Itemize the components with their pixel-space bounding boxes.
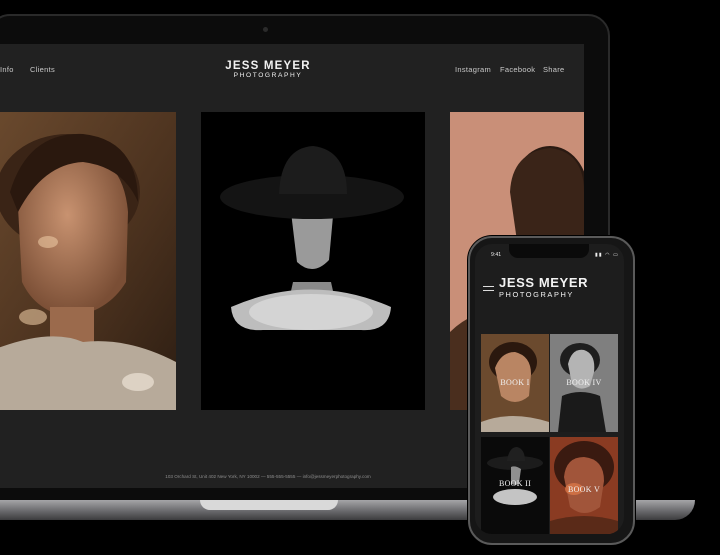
- site-footer: 103 Orchard St, Unit 402 New York, NY 10…: [165, 474, 371, 479]
- portrait-man-image: [0, 112, 176, 410]
- site-brand-subtitle: PHOTOGRAPHY: [233, 72, 303, 79]
- book-tile-3-label: BOOK II: [498, 479, 532, 488]
- book-tile-3[interactable]: BOOK II: [481, 437, 549, 534]
- camera-icon: [263, 27, 268, 32]
- nav-link-instagram[interactable]: Instagram: [455, 65, 491, 74]
- book-tile-2-label: BOOK IV: [566, 378, 602, 387]
- nav-link-clients[interactable]: Clients: [30, 65, 55, 74]
- site-brand-title[interactable]: JESS MEYER: [218, 60, 318, 72]
- phone-screen: 9:41 ▮▮ ◠ ▭ JESS MEYER PHOTOGRAPHY BOOK …: [475, 244, 624, 534]
- portrait-woman-hat-image: [201, 112, 425, 410]
- nav-link-share[interactable]: Share: [543, 65, 565, 74]
- status-icons: ▮▮ ◠ ▭: [595, 252, 620, 258]
- book-tile-1[interactable]: BOOK I: [481, 334, 549, 432]
- book-tile-1-label: BOOK I: [500, 378, 530, 387]
- hamburger-icon[interactable]: [483, 286, 494, 291]
- gallery-photo-portrait-man[interactable]: [0, 112, 176, 410]
- phone-notch: [509, 244, 589, 258]
- gallery-photo-woman-hat[interactable]: [201, 112, 425, 410]
- book-tile-2[interactable]: BOOK IV: [550, 334, 618, 432]
- nav-link-facebook[interactable]: Facebook: [500, 65, 535, 74]
- book-tile-4[interactable]: BOOK V: [550, 437, 618, 534]
- nav-link-info[interactable]: Info: [0, 65, 14, 74]
- laptop-base-notch: [200, 500, 338, 510]
- phone-brand-title[interactable]: JESS MEYER: [499, 275, 588, 290]
- status-time: 9:41: [491, 252, 502, 258]
- phone-brand-subtitle: PHOTOGRAPHY: [499, 290, 574, 299]
- book-tile-4-label: BOOK V: [567, 485, 601, 494]
